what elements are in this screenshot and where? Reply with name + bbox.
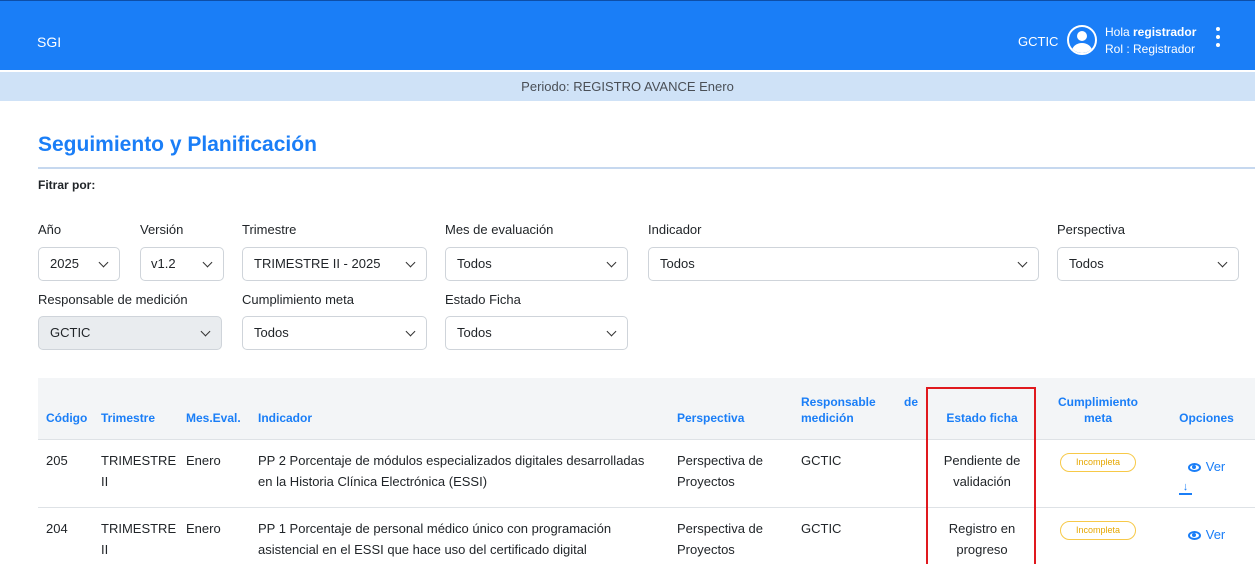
cell-code: 204 bbox=[38, 507, 93, 564]
cell-status: Pendiente de validación bbox=[926, 439, 1038, 508]
status-label: Estado Ficha bbox=[445, 292, 521, 307]
app-brand[interactable]: SGI bbox=[37, 34, 61, 50]
cell-options: Ver bbox=[1158, 507, 1255, 564]
month-value: Todos bbox=[457, 256, 492, 271]
table-row: 204 TRIMESTRE II Enero PP 1 Porcentaje d… bbox=[38, 507, 1255, 564]
indicator-select[interactable]: Todos bbox=[648, 247, 1039, 281]
col-status[interactable]: Estado ficha bbox=[926, 378, 1038, 440]
cell-perspective: Perspectiva de Proyectos bbox=[669, 507, 793, 564]
cell-indicator: PP 1 Porcentaje de personal médico único… bbox=[250, 507, 669, 564]
view-button[interactable]: Ver bbox=[1166, 524, 1247, 545]
year-label: Año bbox=[38, 222, 62, 237]
col-code[interactable]: Código bbox=[38, 378, 93, 440]
perspective-label: Perspectiva bbox=[1057, 222, 1125, 237]
quarter-label: Trimestre bbox=[242, 222, 297, 237]
perspective-value: Todos bbox=[1069, 256, 1104, 271]
perspective-select[interactable]: Todos bbox=[1057, 247, 1239, 281]
quarter-select[interactable]: TRIMESTRE II - 2025 bbox=[242, 247, 427, 281]
title-divider bbox=[38, 167, 1255, 169]
responsible-select: GCTIC bbox=[38, 316, 222, 350]
month-label: Mes de evaluación bbox=[445, 222, 554, 237]
responsible-label: Responsable de medición bbox=[38, 292, 188, 307]
responsible-value: GCTIC bbox=[50, 325, 91, 340]
eye-icon bbox=[1187, 530, 1201, 540]
cell-month: Enero bbox=[178, 439, 250, 508]
top-navbar: SGI GCTIC Hola registrador Rol : Registr… bbox=[0, 0, 1255, 70]
col-responsible[interactable]: Responsable de medición bbox=[793, 378, 926, 440]
year-value: 2025 bbox=[50, 256, 79, 271]
cell-responsible: GCTIC bbox=[793, 507, 926, 564]
filter-heading: Fitrar por: bbox=[38, 178, 96, 192]
goal-badge: Incompleta bbox=[1060, 520, 1136, 540]
quarter-value: TRIMESTRE II - 2025 bbox=[254, 256, 381, 271]
indicator-value: Todos bbox=[660, 256, 695, 271]
user-role: Rol : Registrador bbox=[1105, 42, 1196, 56]
goal-select[interactable]: Todos bbox=[242, 316, 427, 350]
table-header-row: Código Trimestre Mes.Eval. Indicador Per… bbox=[38, 378, 1255, 440]
cell-responsible: GCTIC bbox=[793, 439, 926, 508]
user-code: GCTIC bbox=[1018, 34, 1059, 49]
year-select[interactable]: 2025 bbox=[38, 247, 120, 281]
goal-value: Todos bbox=[254, 325, 289, 340]
cell-quarter: TRIMESTRE II bbox=[93, 439, 178, 508]
cell-goal: Incompleta bbox=[1038, 507, 1158, 564]
chevron-down-icon bbox=[98, 257, 109, 268]
chevron-down-icon bbox=[606, 257, 617, 268]
chevron-down-icon bbox=[405, 257, 416, 268]
user-circle-icon[interactable] bbox=[1067, 25, 1097, 55]
page-title: Seguimiento y Planificación bbox=[38, 133, 317, 156]
cell-month: Enero bbox=[178, 507, 250, 564]
cell-goal: Incompleta bbox=[1038, 439, 1158, 508]
view-label: Ver bbox=[1205, 458, 1226, 474]
download-icon[interactable]: ↓ bbox=[1179, 481, 1192, 495]
chevron-down-icon bbox=[1217, 257, 1228, 268]
col-responsible-de: de bbox=[903, 394, 918, 409]
cell-options: Ver ↓ bbox=[1158, 439, 1255, 508]
cell-quarter: TRIMESTRE II bbox=[93, 507, 178, 564]
version-select[interactable]: v1.2 bbox=[140, 247, 224, 281]
view-button[interactable]: Ver bbox=[1166, 456, 1247, 477]
col-indicator[interactable]: Indicador bbox=[250, 378, 669, 440]
status-value: Todos bbox=[457, 325, 492, 340]
month-select[interactable]: Todos bbox=[445, 247, 628, 281]
cell-status: Registro en progreso bbox=[926, 507, 1038, 564]
chevron-down-icon bbox=[202, 257, 213, 268]
user-greeting: Hola registrador Rol : Registrador bbox=[1105, 24, 1196, 58]
indicator-label: Indicador bbox=[648, 222, 702, 237]
view-label: Ver bbox=[1205, 526, 1226, 542]
eye-icon bbox=[1187, 462, 1201, 472]
col-goal[interactable]: Cumplimiento meta bbox=[1038, 378, 1158, 440]
chevron-down-icon bbox=[1017, 257, 1028, 268]
kebab-menu-icon[interactable] bbox=[1214, 27, 1222, 47]
chevron-down-icon bbox=[405, 326, 416, 337]
col-month[interactable]: Mes.Eval. bbox=[178, 378, 250, 440]
status-select[interactable]: Todos bbox=[445, 316, 628, 350]
chevron-down-icon bbox=[606, 326, 617, 337]
results-table: Código Trimestre Mes.Eval. Indicador Per… bbox=[38, 378, 1255, 564]
greeting-user: registrador bbox=[1133, 25, 1197, 39]
col-perspective[interactable]: Perspectiva bbox=[669, 378, 793, 440]
goal-label: Cumplimiento meta bbox=[242, 292, 354, 307]
col-quarter[interactable]: Trimestre bbox=[93, 378, 178, 440]
cell-indicator: PP 2 Porcentaje de módulos especializado… bbox=[250, 439, 669, 508]
cell-code: 205 bbox=[38, 439, 93, 508]
version-value: v1.2 bbox=[151, 256, 176, 271]
col-responsible-word: Responsable bbox=[801, 394, 876, 409]
version-label: Versión bbox=[140, 222, 184, 237]
period-banner: Periodo: REGISTRO AVANCE Enero bbox=[0, 72, 1255, 101]
chevron-down-icon bbox=[200, 326, 211, 337]
greeting-prefix: Hola bbox=[1105, 25, 1134, 39]
col-responsible-word2: medición bbox=[801, 410, 854, 425]
goal-badge: Incompleta bbox=[1060, 452, 1136, 472]
cell-perspective: Perspectiva de Proyectos bbox=[669, 439, 793, 508]
col-options: Opciones bbox=[1158, 378, 1255, 440]
table-row: 205 TRIMESTRE II Enero PP 2 Porcentaje d… bbox=[38, 439, 1255, 508]
